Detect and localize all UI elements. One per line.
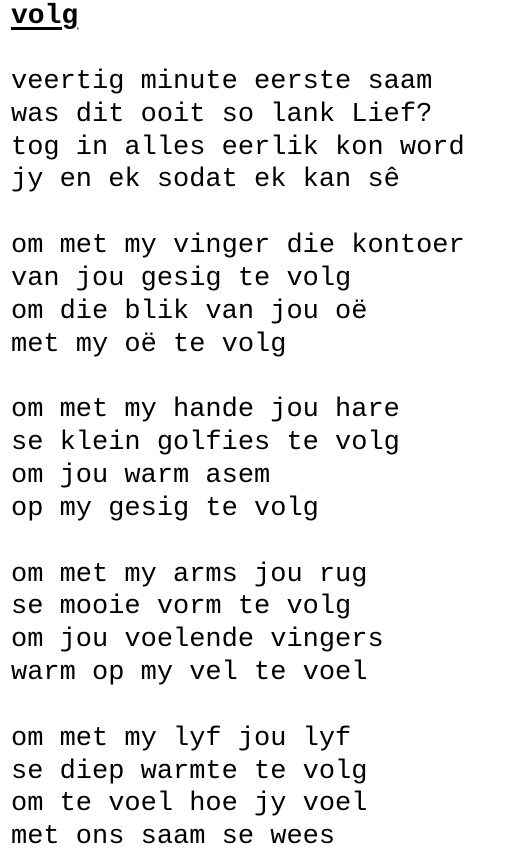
poem-line: om die blik van jou oë <box>11 296 368 327</box>
poem-line: om met my arms jou rug <box>11 559 368 590</box>
poem-title: volg <box>11 1 79 32</box>
poem-line: om met my vinger die kontoer <box>11 231 465 262</box>
poem-line: om te voel hoe jy voel <box>11 789 368 820</box>
poem-line: se mooie vorm te volg <box>11 592 352 623</box>
poem-line: om jou voelende vingers <box>11 625 384 656</box>
stanza-5: om met my lyf jou lyf se diep warmte te … <box>11 723 516 854</box>
poem-line: met ons saam se wees <box>11 822 336 853</box>
poem-line: warm op my vel te voel <box>11 657 368 688</box>
poem-line: tog in alles eerlik kon word <box>11 132 465 163</box>
poem-line: van jou gesig te volg <box>11 263 352 294</box>
stanza-1: veertig minute eerste saam was dit ooit … <box>11 66 516 197</box>
poem-line: se klein golfies te volg <box>11 428 400 459</box>
poem-line: om jou warm asem <box>11 460 271 491</box>
stanza-2: om met my vinger die kontoer van jou ges… <box>11 230 516 361</box>
poem-line: se diep warmte te volg <box>11 756 368 787</box>
poem-line: was dit ooit so lank Lief? <box>11 99 433 130</box>
poem-line: om met my hande jou hare <box>11 395 400 426</box>
poem-line: om met my lyf jou lyf <box>11 723 352 754</box>
poem-line: met my oë te volg <box>11 329 287 360</box>
poem: volg veertig minute eerste saam was dit … <box>11 0 516 854</box>
poem-line: veertig minute eerste saam <box>11 67 433 97</box>
stanza-3: om met my hande jou hare se klein golfie… <box>11 394 516 525</box>
poem-line: op my gesig te volg <box>11 493 319 524</box>
stanza-4: om met my arms jou rug se mooie vorm te … <box>11 559 516 690</box>
poem-line: jy en ek sodat ek kan sê <box>11 165 400 196</box>
